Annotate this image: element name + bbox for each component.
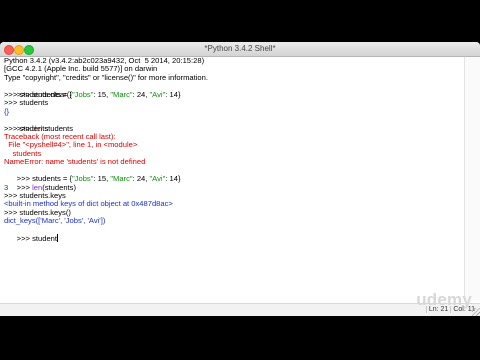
current-input[interactable]: >>> student (17, 234, 57, 243)
text-cursor (57, 234, 58, 243)
traceback-line: NameError: name 'students' is not define… (4, 157, 146, 167)
string-token: "Jobs" (71, 89, 94, 99)
vertical-scrollbar[interactable] (464, 57, 480, 301)
title-bar[interactable]: *Python 3.4.2 Shell* (0, 42, 480, 57)
resize-grip-icon[interactable] (472, 308, 480, 316)
string-token: "Avi" (149, 89, 166, 99)
shell-line: >>> students (4, 98, 49, 108)
traceback-line: File "<pyshell#4>", line 1, in <module> (4, 140, 138, 150)
status-bar: Ln: 21 Col: 11 (0, 303, 480, 316)
shell-line: Type "copyright", "credits" or "license(… (4, 72, 208, 82)
shell-output-line: {} (4, 106, 10, 116)
shell-output-line: dict_keys(['Marc', 'Jobs', 'Avi']) (4, 216, 106, 226)
shell-input-line[interactable]: >>> student (4, 226, 459, 243)
shell-line: >>> students = {"Jobs": 15, "Marc": 24, … (16, 174, 181, 184)
udemy-watermark: udemy (416, 290, 472, 309)
string-token: "Avi" (149, 174, 166, 184)
string-token: "Marc" (110, 174, 133, 184)
shell-output-line: <built-in method keys of dict object at … (4, 199, 173, 209)
shell-line: >>> del students (16, 123, 74, 133)
shell-line: >>> students = {"Jobs": 15, "Marc": 24, … (16, 89, 181, 99)
idle-shell-window: *Python 3.4.2 Shell* Python 3.4.2 (v3.4.… (0, 42, 480, 316)
shell-text-area[interactable]: Python 3.4.2 (v3.4.2:ab2c023a9432, Oct 5… (4, 56, 459, 301)
window-title: *Python 3.4.2 Shell* (204, 44, 276, 53)
string-token: "Marc" (110, 89, 133, 99)
